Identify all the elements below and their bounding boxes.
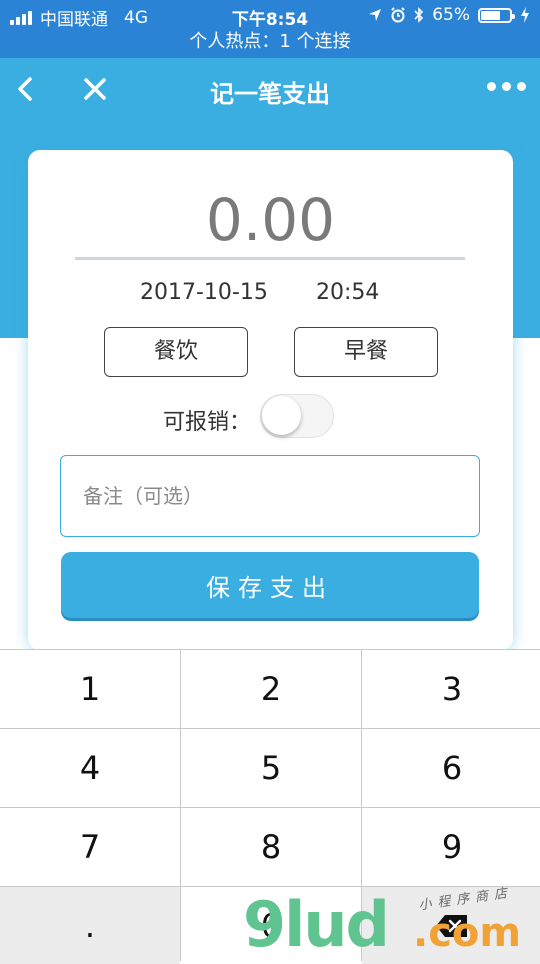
numeric-keypad: 1 2 3 4 5 6 7 8 9 . 0	[0, 649, 540, 964]
backspace-icon	[436, 914, 467, 937]
date-picker[interactable]: 2017-10-15	[140, 280, 268, 305]
charging-icon	[521, 7, 529, 23]
key-1[interactable]: 1	[0, 650, 180, 728]
bluetooth-icon	[414, 7, 424, 23]
alarm-icon	[391, 7, 405, 23]
reimbursable-toggle[interactable]	[260, 394, 334, 438]
note-input[interactable]	[60, 455, 480, 537]
key-4[interactable]: 4	[0, 729, 180, 807]
key-8[interactable]: 8	[181, 808, 361, 886]
more-icon[interactable]	[487, 82, 526, 91]
key-3[interactable]: 3	[362, 650, 540, 728]
toggle-knob	[262, 396, 301, 435]
amount-display[interactable]: 0.00	[28, 186, 513, 254]
expense-card: 0.00 2017-10-15 20:54 餐饮 早餐 可报销： 保存支出	[28, 150, 513, 650]
status-right: 65%	[368, 5, 530, 25]
save-expense-button[interactable]: 保存支出	[61, 552, 479, 618]
key-9[interactable]: 9	[362, 808, 540, 886]
key-decimal[interactable]: .	[0, 887, 180, 964]
amount-underline	[75, 257, 465, 260]
hotspot-label: 个人热点：1 个连接	[189, 31, 351, 52]
nav-bar: 记一笔支出	[0, 58, 540, 124]
subcategory-button[interactable]: 早餐	[294, 327, 438, 377]
location-icon	[369, 9, 382, 21]
key-6[interactable]: 6	[362, 729, 540, 807]
page-title: 记一笔支出	[210, 80, 330, 108]
key-0[interactable]: 0	[181, 887, 361, 964]
key-2[interactable]: 2	[181, 650, 361, 728]
battery-icon	[478, 7, 515, 23]
key-5[interactable]: 5	[181, 729, 361, 807]
time-picker[interactable]: 20:54	[316, 280, 379, 305]
key-7[interactable]: 7	[0, 808, 180, 886]
battery-percent: 65%	[432, 5, 470, 25]
hotspot-bar[interactable]: 个人热点：1 个连接	[0, 30, 540, 58]
reimbursable-label: 可报销：	[163, 410, 252, 435]
status-bar: 中国联通 4G 下午8:54 65%	[0, 0, 540, 30]
category-button[interactable]: 餐饮	[104, 327, 248, 377]
backspace-key[interactable]	[362, 887, 540, 964]
